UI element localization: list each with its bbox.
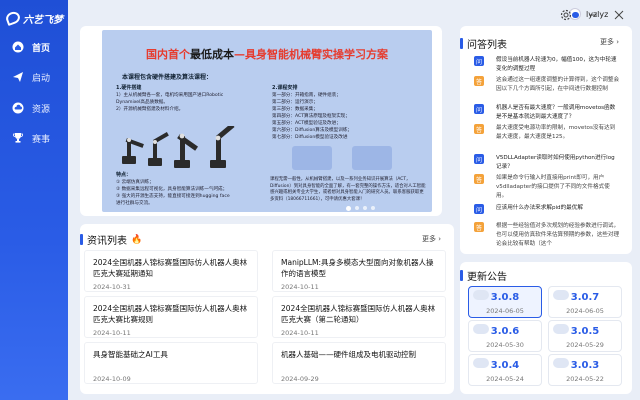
- answer-icon: 答: [474, 174, 484, 184]
- sidebar-item-resources[interactable]: 资源: [4, 98, 64, 118]
- sidebar-item-launch[interactable]: 启动: [4, 67, 64, 87]
- sidebar-item-label: 首页: [32, 43, 51, 54]
- updates-header: 更新公告: [460, 268, 507, 283]
- answer-icon: 答: [474, 124, 484, 134]
- updates-title: 更新公告: [467, 272, 507, 283]
- qa-title: 问答列表: [467, 40, 507, 51]
- qa-more-link[interactable]: 更多 ›: [600, 37, 619, 47]
- banner-image[interactable]: 国内首个最低成本—具身智能机械臂实操学习方案 本课程包含硬件搭建及算法课程： 1…: [102, 30, 432, 212]
- banner-carousel[interactable]: 国内首个最低成本—具身智能机械臂实操学习方案 本课程包含硬件搭建及算法课程： 1…: [80, 26, 442, 216]
- question-icon: 问: [474, 56, 484, 66]
- question-icon: 问: [474, 104, 484, 114]
- carousel-dot[interactable]: [346, 205, 351, 211]
- qa-item[interactable]: 问 应该用什么办法来求解pid的最优解 答 根据一些经验值对多次规划的经验参数进…: [466, 202, 626, 248]
- sidebar-item-label: 资源: [32, 104, 51, 115]
- paper-plane-icon: [12, 71, 24, 83]
- carousel-dot[interactable]: [371, 206, 375, 210]
- home-icon: [12, 41, 24, 53]
- qa-header: 问答列表: [460, 36, 507, 51]
- qa-item[interactable]: 问 V5DLLAdapter读取时如何使用python进行log记录？ 答 如果…: [466, 152, 626, 199]
- qa-item[interactable]: 问 机器人是否有最大速度？一般调用movetos函数是不是基本就达到最大速度了？…: [466, 102, 626, 148]
- settings-gear-icon[interactable]: [559, 8, 573, 22]
- news-item[interactable]: 具身智能基础之AI工具 2024-10-09: [84, 342, 258, 384]
- updates-panel: 更新公告 3.0.8 2024-06-05 3.0.7 2024-06-05 3…: [460, 262, 632, 394]
- minimize-icon[interactable]: [586, 8, 600, 22]
- answer-icon: 答: [474, 76, 484, 86]
- logo-mark-icon: [4, 9, 22, 27]
- banner-right-text: 2.课程安排 第一部分：开箱指南，硬件组装； 第二部分：运行演示； 第三部分：数…: [272, 85, 353, 140]
- news-item[interactable]: 2024全国机器人锦标赛暨国际仿人机器人奥林匹克大赛（第二轮通知） 2024-1…: [272, 296, 446, 338]
- question-icon: 问: [474, 154, 484, 164]
- banner-footer-text: 课程无需一般性，从机械臂搭建，以及一系列业务知识开展算法（ACT，Diffusi…: [270, 177, 426, 202]
- qa-item[interactable]: 问 假设当前机器人轮速为0，幅值100，这为中轮速变化的调整过程 答 这会通过这…: [466, 54, 626, 100]
- fire-icon: 🔥: [131, 234, 143, 245]
- update-item[interactable]: 3.0.5 2024-05-29: [548, 320, 622, 352]
- section-bar: [460, 270, 463, 281]
- robot-arms-image: [122, 126, 235, 168]
- section-bar: [80, 234, 83, 245]
- news-more-link[interactable]: 更多 ›: [422, 234, 441, 244]
- update-item[interactable]: 3.0.7 2024-06-05: [548, 286, 622, 318]
- update-item[interactable]: 3.0.8 2024-06-05: [468, 286, 542, 318]
- banner-title: 国内首个最低成本—具身智能机械臂实操学习方案: [146, 48, 388, 61]
- section-bar: [460, 38, 463, 49]
- news-item[interactable]: 2024全国机器人锦标赛暨国际仿人机器人奥林匹克大赛比赛规则 2024-10-1…: [84, 296, 258, 338]
- banner-subtitle: 本课程包含硬件搭建及算法课程：: [122, 74, 213, 81]
- news-panel: 资讯列表 🔥 更多 › 2024全国机器人锦标赛暨国际仿人机器人奥林匹克大赛延期…: [80, 224, 454, 394]
- logo-text: 六艺飞梦: [23, 14, 63, 26]
- question-icon: 问: [474, 204, 484, 214]
- carousel-dot[interactable]: [355, 206, 359, 210]
- close-icon[interactable]: [612, 8, 626, 22]
- answer-icon: 答: [474, 222, 484, 232]
- app-logo: 六艺飞梦: [4, 9, 66, 27]
- qa-panel: 问答列表 更多 › 问 假设当前机器人轮速为0，幅值100，这为中轮速变化的调整…: [460, 26, 632, 254]
- sidebar-item-home[interactable]: 首页: [4, 37, 64, 57]
- news-item[interactable]: 机器人基础——硬件组成及电机驱动控制 2024-09-29: [272, 342, 446, 384]
- carousel-dots[interactable]: [346, 205, 375, 211]
- banner-robot-illustration: [292, 146, 392, 170]
- news-header: 资讯列表 🔥: [80, 232, 142, 247]
- update-item[interactable]: 3.0.3 2024-05-22: [548, 354, 622, 386]
- news-title: 资讯列表: [87, 236, 127, 247]
- sidebar-item-competitions[interactable]: 赛事: [4, 128, 64, 148]
- update-item[interactable]: 3.0.4 2024-05-24: [468, 354, 542, 386]
- cloud-icon: [12, 102, 24, 114]
- sidebar: 六艺飞梦 首页 启动 资源 赛事: [0, 0, 68, 400]
- sidebar-item-label: 启动: [32, 73, 51, 84]
- news-item[interactable]: 2024全国机器人锦标赛暨国际仿人机器人奥林匹克大赛延期通知 2024-10-3…: [84, 250, 258, 292]
- sidebar-item-label: 赛事: [32, 134, 51, 145]
- news-item[interactable]: ManipLLM:具身多模态大型面向对象机器人操作的语言模型 2024-10-1…: [272, 250, 446, 292]
- carousel-dot[interactable]: [363, 206, 367, 210]
- trophy-icon: [12, 132, 24, 144]
- banner-left-text: 1.硬件搭建 1）主从机械臂各一套，电机均采用国产进口Robotic Dynam…: [116, 85, 224, 112]
- update-item[interactable]: 3.0.6 2024-05-30: [468, 320, 542, 352]
- banner-features: 特点： ① 云端仿真训练； ② 数据采集远程可视化，具身智能算法训练一气呵成； …: [116, 172, 230, 206]
